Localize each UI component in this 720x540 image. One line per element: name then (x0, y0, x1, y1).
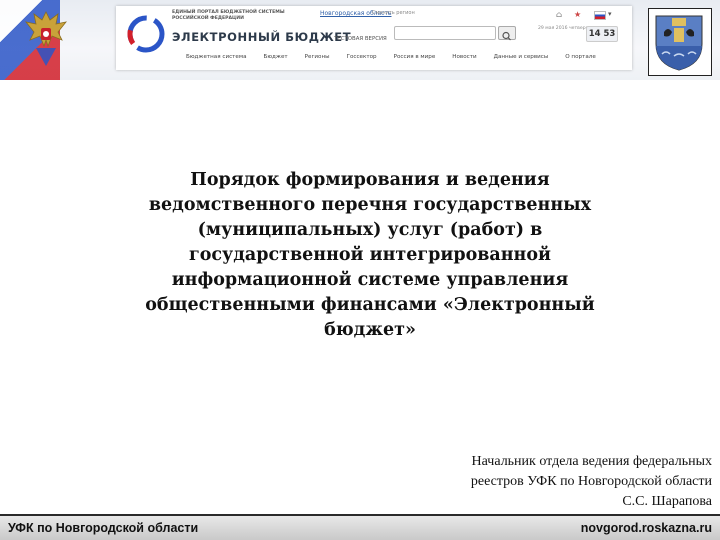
time-display: 14 53 (586, 26, 618, 42)
footer-website[interactable]: novgorod.roskazna.ru (581, 521, 712, 535)
author-position: Начальник отдела ведения федеральных (471, 454, 712, 469)
chevron-down-icon[interactable]: ▾ (608, 9, 612, 19)
star-icon[interactable]: ★ (574, 10, 581, 20)
nav-item-news[interactable]: Новости (452, 54, 476, 60)
title-line: Порядок формирования и ведения (190, 170, 550, 190)
author-block: Начальник отдела ведения федеральных рее… (382, 452, 712, 512)
region-change-link[interactable]: Сменить регион (372, 10, 415, 16)
search-input[interactable] (394, 26, 496, 40)
author-name: С.С. Шарапова (622, 494, 712, 509)
flag-icon[interactable] (594, 11, 606, 20)
home-icon[interactable]: ⌂ (556, 10, 562, 20)
nav-item-budget-system[interactable]: Бюджетная система (186, 54, 247, 60)
search-icon (502, 31, 511, 41)
title-line: ведомственного перечня государственных (148, 195, 592, 215)
nav-item-russia-world[interactable]: Россия в мире (394, 54, 436, 60)
portal-nav: Бюджетная система Бюджет Регионы Госсект… (186, 54, 613, 60)
test-version-label: ТЕСТОВАЯ ВЕРСИЯ (334, 36, 387, 42)
title-line: бюджет» (324, 320, 416, 340)
author-department: реестров УФК по Новгородской области (470, 474, 712, 489)
nav-item-budget[interactable]: Бюджет (264, 54, 288, 60)
nav-item-data-services[interactable]: Данные и сервисы (494, 54, 549, 60)
title-line: общественными финансами «Электронный (145, 295, 595, 315)
date-display: 29 мая 2016 четверг (538, 26, 589, 31)
search-button[interactable] (498, 26, 516, 41)
electronic-budget-logo-icon (127, 15, 165, 53)
nav-item-about[interactable]: О портале (565, 54, 596, 60)
russian-eagle-icon (25, 11, 67, 66)
title-line: государственной интегрированной (188, 245, 552, 265)
portal-subtitle: ЕДИНЫЙ ПОРТАЛ БЮДЖЕТНОЙ СИСТЕМЫ РОССИЙСК… (172, 10, 285, 21)
slide: ЕДИНЫЙ ПОРТАЛ БЮДЖЕТНОЙ СИСТЕМЫ РОССИЙСК… (0, 0, 720, 540)
nav-item-gossector[interactable]: Госсектор (347, 54, 377, 60)
footer-organization: УФК по Новгородской области (8, 521, 199, 535)
title-line: (муниципальных) услуг (работ) в (197, 220, 543, 240)
nav-item-regions[interactable]: Регионы (305, 54, 330, 60)
slide-title: Порядок формирования и ведения ведомстве… (110, 168, 630, 343)
portal-name: ЭЛЕКТРОННЫЙ БЮДЖЕТ (172, 30, 352, 44)
title-line: информационной системе управления (171, 270, 569, 290)
novgorod-coat-of-arms-icon (655, 15, 703, 71)
